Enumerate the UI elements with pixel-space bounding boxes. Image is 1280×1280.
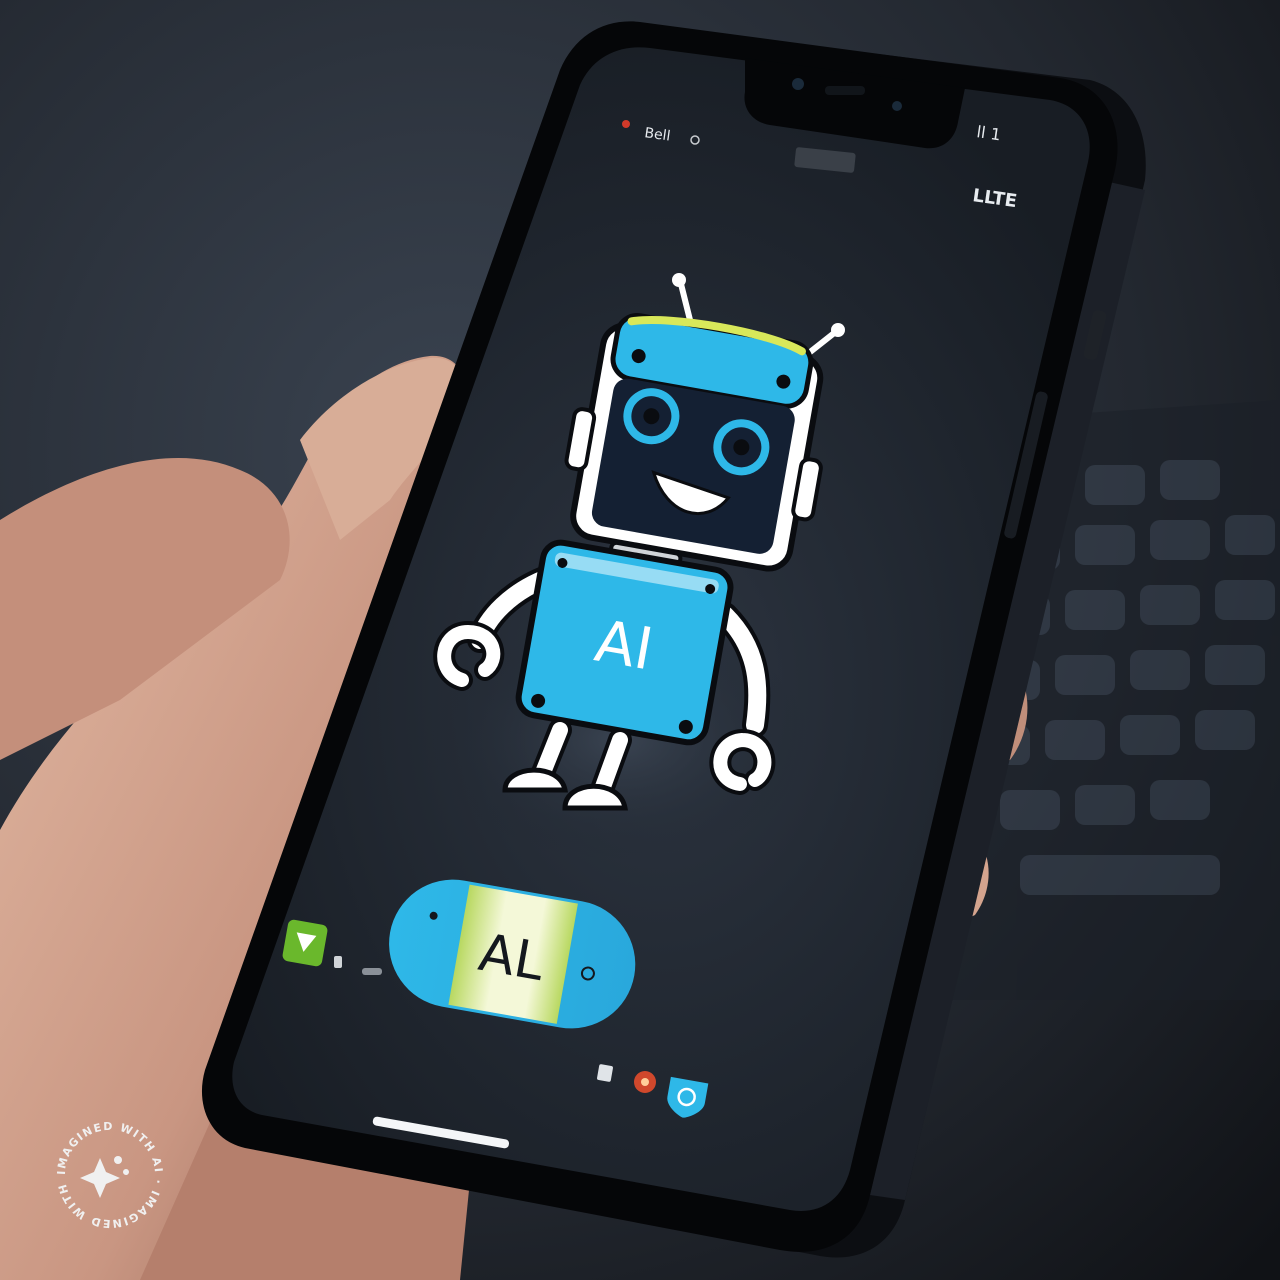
recording-dot-icon [622, 120, 630, 128]
scene-svg: Bell ll 1 LLTE AI AL IMAGINED WITH AI · … [0, 0, 1280, 1280]
ai-pill-label: AL [474, 923, 548, 993]
dock-dash-icon [362, 968, 382, 975]
dock-small-icon [334, 956, 342, 968]
green-play-icon[interactable] [282, 919, 329, 967]
square-icon[interactable] [597, 1064, 614, 1082]
photo-scene: Bell ll 1 LLTE AI AL IMAGINED WITH AI · … [0, 0, 1280, 1280]
status-signal: ll 1 [975, 122, 1002, 144]
robot-badge-text: AI [590, 607, 658, 684]
robot-body: AI [515, 539, 734, 746]
